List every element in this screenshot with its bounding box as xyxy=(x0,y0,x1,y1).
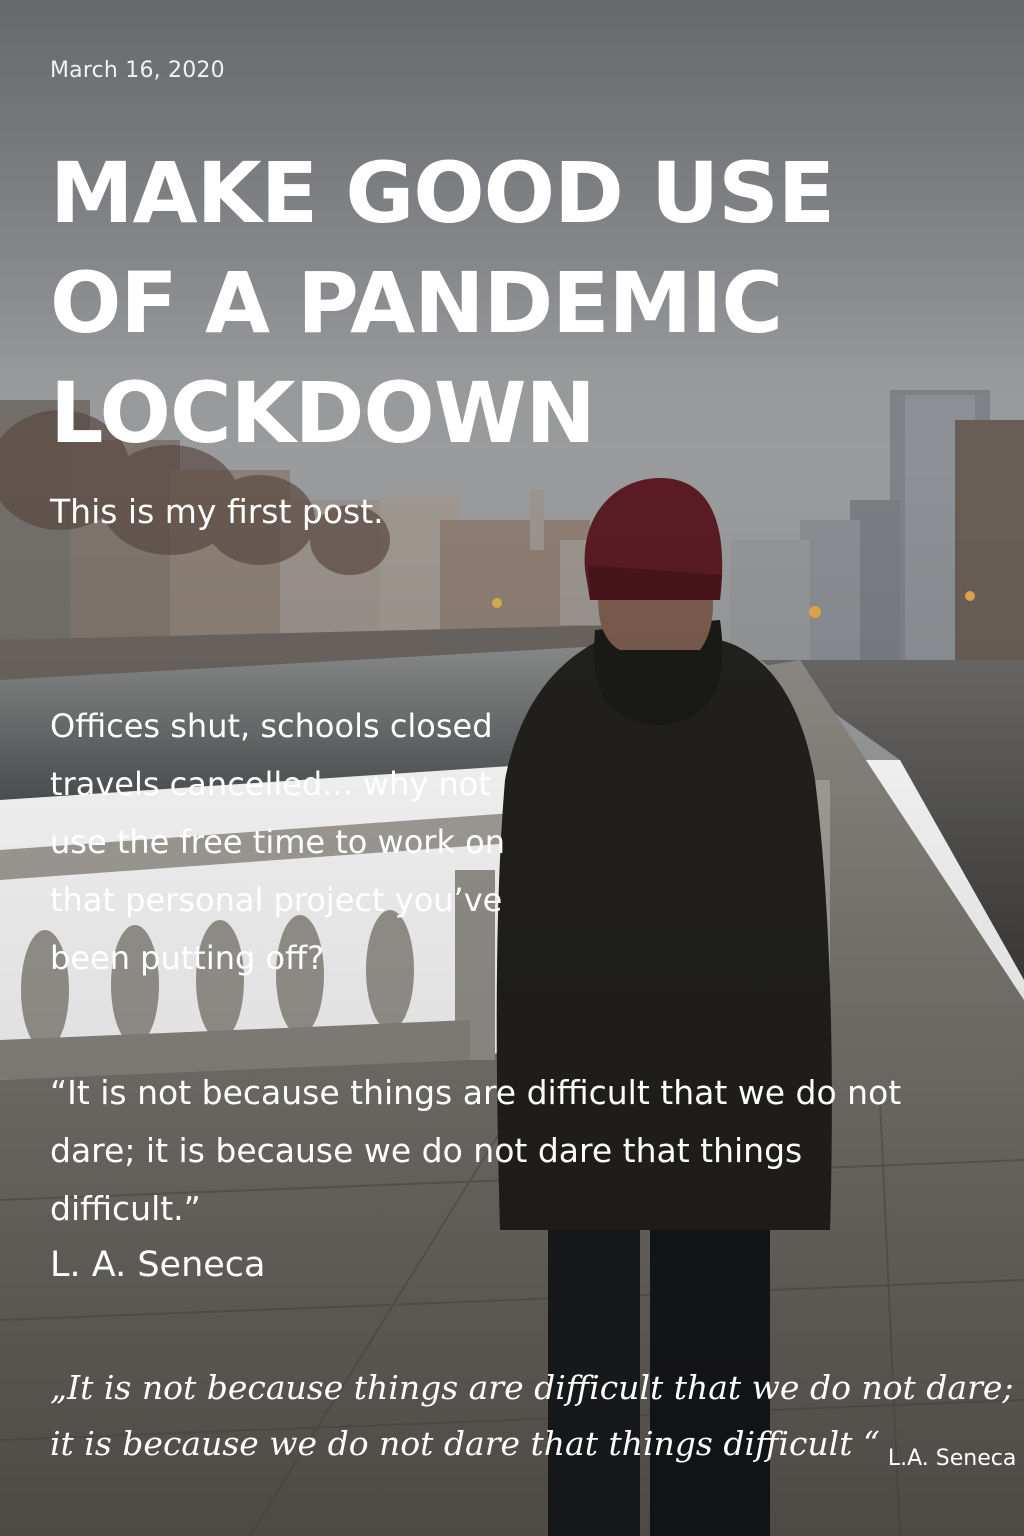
post-title-line: MAKE GOOD USE xyxy=(50,144,835,242)
pullquote-line: „It is not because things are difficult … xyxy=(50,1368,1014,1407)
quote-author: L. A. Seneca xyxy=(50,1245,266,1285)
post-title-line: LOCKDOWN xyxy=(50,364,596,462)
body-paragraph: Offices shut, schools closed travels can… xyxy=(50,697,505,987)
post-title-line: OF A PANDEMIC xyxy=(50,254,783,352)
post-date: March 16, 2020 xyxy=(50,58,225,83)
intro-text: This is my first post. xyxy=(50,492,384,531)
post-title: MAKE GOOD USE OF A PANDEMIC LOCKDOWN xyxy=(50,138,950,468)
quote-line: dare; it is because we do not dare that … xyxy=(50,1131,803,1170)
pullquote-text: it is because we do not dare that things… xyxy=(50,1424,880,1463)
body-line: been putting off? xyxy=(50,939,325,977)
body-line: Offices shut, schools closed xyxy=(50,707,493,745)
quote-line: “It is not because things are difficult … xyxy=(50,1073,902,1112)
body-line: use the free time to work on xyxy=(50,823,505,861)
pullquote-line: it is because we do not dare that things… xyxy=(50,1416,1016,1477)
body-line: travels cancelled... why not xyxy=(50,765,491,803)
quote: “It is not because things are difficult … xyxy=(50,1064,901,1238)
pullquote: „It is not because things are difficult … xyxy=(50,1360,1016,1477)
quote-line: difficult.” xyxy=(50,1189,201,1228)
pullquote-author: L.A. Seneca xyxy=(887,1446,1017,1471)
body-line: that personal project you’ve xyxy=(50,881,503,919)
